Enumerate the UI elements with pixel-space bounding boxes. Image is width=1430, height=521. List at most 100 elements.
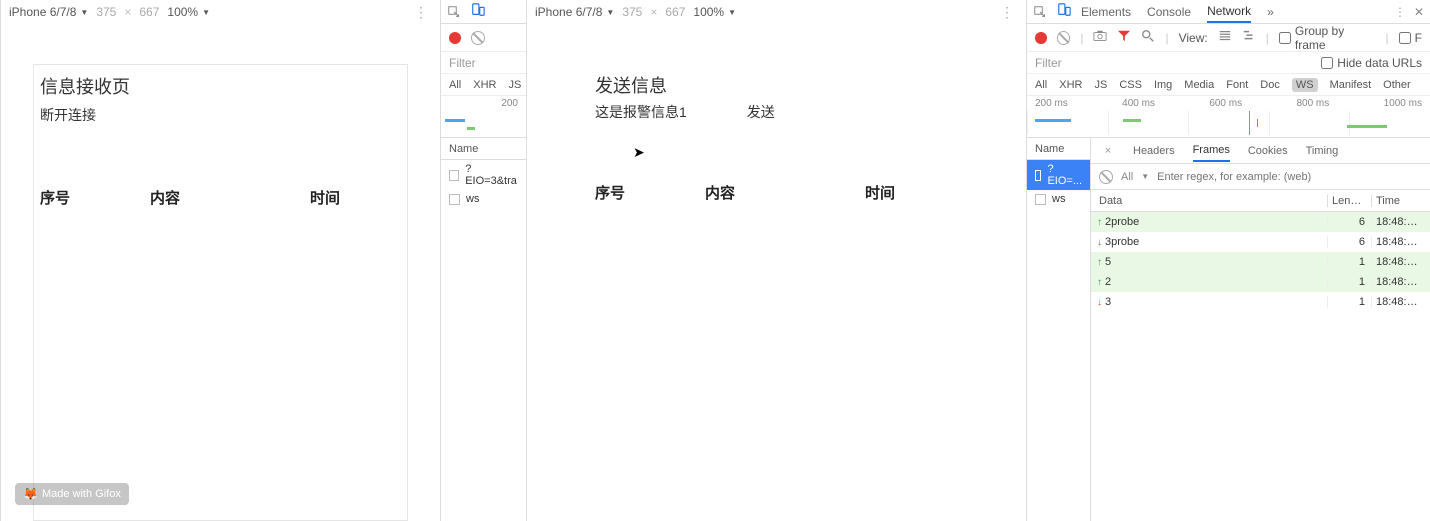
- tab-elements[interactable]: Elements: [1081, 2, 1131, 22]
- device-width[interactable]: 375: [622, 5, 642, 19]
- kebab-menu-icon[interactable]: ⋮: [410, 4, 432, 21]
- screenshot-icon[interactable]: [1093, 29, 1107, 46]
- frame-time: 18:48:…: [1372, 216, 1430, 228]
- hide-data-urls-checkbox[interactable]: Hide data URLs: [1321, 56, 1422, 70]
- page-title: 信息接收页: [40, 73, 401, 99]
- group-by-frame-checkbox[interactable]: Group by frame: [1279, 24, 1376, 52]
- network-controls-right: | | View: | Group by frame | F: [1027, 24, 1430, 52]
- tab-console[interactable]: Console: [1147, 2, 1191, 22]
- name-column-header[interactable]: Name: [1027, 138, 1090, 160]
- device-height[interactable]: 667: [665, 5, 685, 19]
- zoom-select-mid[interactable]: 100%▼: [693, 5, 736, 19]
- frame-data: 3: [1105, 296, 1111, 308]
- message-input[interactable]: 这是报警信息1: [595, 102, 687, 122]
- waterfall-overview-left[interactable]: 200: [441, 96, 526, 138]
- request-row[interactable]: ?EIO=3&tra: [441, 160, 526, 190]
- frame-data: 3probe: [1105, 236, 1139, 248]
- column-header-index: 序号: [595, 182, 705, 203]
- subtab-cookies[interactable]: Cookies: [1248, 141, 1288, 161]
- tab-network[interactable]: Network: [1207, 1, 1251, 23]
- request-row[interactable]: ws: [1027, 190, 1090, 208]
- preserve-log-checkbox[interactable]: F: [1399, 31, 1422, 45]
- dimension-separator: ×: [124, 5, 131, 19]
- name-column-header[interactable]: Name: [441, 138, 526, 160]
- element-picker-icon[interactable]: [447, 5, 461, 19]
- subtab-timing[interactable]: Timing: [1306, 141, 1339, 161]
- frame-regex-input[interactable]: [1157, 171, 1422, 183]
- filter-js[interactable]: JS: [508, 79, 521, 91]
- frame-filter-all[interactable]: All: [1121, 171, 1133, 183]
- filter-all[interactable]: All: [1035, 79, 1047, 91]
- subtab-frames[interactable]: Frames: [1193, 140, 1230, 162]
- filter-icon[interactable]: [1117, 29, 1131, 46]
- filter-xhr[interactable]: XHR: [1059, 79, 1082, 91]
- waterfall-view-icon[interactable]: [1242, 29, 1256, 46]
- filter-all[interactable]: All: [449, 79, 461, 91]
- frame-row[interactable]: ↑2118:48:…: [1091, 272, 1430, 292]
- cursor-icon: ➤: [633, 144, 645, 161]
- frame-time: 18:48:…: [1372, 296, 1430, 308]
- request-row[interactable]: ws: [441, 190, 526, 208]
- page-title: 发送信息: [595, 72, 958, 98]
- clear-icon[interactable]: [1099, 170, 1113, 184]
- device-width[interactable]: 375: [96, 5, 116, 19]
- request-subtabs: × Headers Frames Cookies Timing: [1091, 138, 1430, 164]
- filter-xhr[interactable]: XHR: [473, 79, 496, 91]
- filter-manifest[interactable]: Manifest: [1330, 79, 1372, 91]
- col-time[interactable]: Time: [1372, 195, 1430, 207]
- frame-data: 2probe: [1105, 216, 1139, 228]
- request-icon: [449, 170, 459, 181]
- waterfall-overview-right[interactable]: 200 ms400 ms600 ms800 ms1000 ms: [1027, 96, 1430, 138]
- device-mode-icon[interactable]: [1057, 3, 1071, 20]
- device-select-left[interactable]: iPhone 6/7/8▼: [9, 5, 88, 19]
- dimension-separator: ×: [650, 5, 657, 19]
- clear-icon[interactable]: [471, 31, 485, 45]
- filter-doc[interactable]: Doc: [1260, 79, 1280, 91]
- device-mode-toolbar-mid: iPhone 6/7/8▼ 375 × 667 100%▼ ⋮: [527, 0, 1026, 24]
- filter-ws[interactable]: WS: [1292, 78, 1318, 92]
- devtools-toolbar-left: [441, 0, 526, 24]
- filter-js[interactable]: JS: [1094, 79, 1107, 91]
- filter-input[interactable]: Filter: [1035, 56, 1313, 70]
- col-length[interactable]: Len…: [1328, 195, 1372, 207]
- filter-font[interactable]: Font: [1226, 79, 1248, 91]
- filter-css[interactable]: CSS: [1119, 79, 1142, 91]
- zoom-select-left[interactable]: 100%▼: [167, 5, 210, 19]
- arrow-up-icon: ↑: [1097, 217, 1102, 228]
- subtab-headers[interactable]: Headers: [1133, 141, 1175, 161]
- large-rows-icon[interactable]: [1218, 29, 1232, 46]
- frame-length: 1: [1328, 276, 1372, 288]
- frame-length: 6: [1328, 236, 1372, 248]
- device-select-mid[interactable]: iPhone 6/7/8▼: [535, 5, 614, 19]
- close-icon[interactable]: ×: [1101, 145, 1115, 157]
- close-icon[interactable]: ✕: [1414, 5, 1424, 19]
- request-row[interactable]: ?EIO=...: [1027, 160, 1090, 190]
- kebab-menu-icon[interactable]: ⋮: [1394, 5, 1406, 19]
- element-picker-icon[interactable]: [1033, 5, 1047, 19]
- frame-row[interactable]: ↓3118:48:…: [1091, 292, 1430, 312]
- filter-img[interactable]: Img: [1154, 79, 1172, 91]
- frame-row[interactable]: ↑2probe618:48:…: [1091, 212, 1430, 232]
- device-height[interactable]: 667: [139, 5, 159, 19]
- kebab-menu-icon[interactable]: ⋮: [996, 4, 1018, 21]
- view-label: View:: [1179, 31, 1208, 45]
- record-icon[interactable]: [1035, 32, 1047, 44]
- filter-media[interactable]: Media: [1184, 79, 1214, 91]
- col-data[interactable]: Data: [1091, 195, 1328, 207]
- frame-length: 1: [1328, 256, 1372, 268]
- tab-more-icon[interactable]: »: [1267, 2, 1274, 22]
- frame-row[interactable]: ↓3probe618:48:…: [1091, 232, 1430, 252]
- clear-icon[interactable]: [1057, 31, 1071, 45]
- column-header-time: 时间: [865, 182, 958, 203]
- send-button[interactable]: 发送: [747, 102, 775, 122]
- column-header-content: 内容: [150, 187, 310, 208]
- record-icon[interactable]: [449, 32, 461, 44]
- search-icon[interactable]: [1141, 29, 1155, 46]
- disconnect-button[interactable]: 断开连接: [40, 103, 96, 127]
- arrow-down-icon: ↓: [1097, 237, 1102, 248]
- filter-input[interactable]: Filter: [449, 56, 518, 70]
- arrow-up-icon: ↑: [1097, 277, 1102, 288]
- frame-row[interactable]: ↑5118:48:…: [1091, 252, 1430, 272]
- device-mode-icon[interactable]: [471, 3, 485, 20]
- filter-other[interactable]: Other: [1383, 79, 1411, 91]
